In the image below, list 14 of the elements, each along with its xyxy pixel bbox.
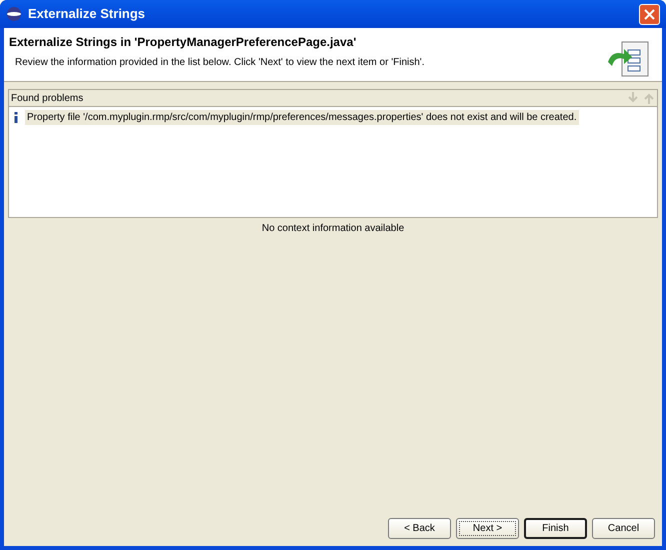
- page-description: Review the information provided in the list below. Click 'Next' to view the next item or 'Finish'.: [15, 56, 426, 70]
- problem-item[interactable]: Property file '/com.myplugin.rmp/src/com/myplugin/rmp/preferences/messages.properties' does not exist and will be created.: [25, 110, 579, 125]
- wizard-button[interactable]: < Back: [388, 518, 451, 539]
- page-title: Externalize Strings in 'PropertyManagerPreferencePage.java': [9, 34, 358, 51]
- wizard-button[interactable]: Next >: [456, 518, 519, 539]
- wizard-button[interactable]: Finish: [524, 518, 587, 539]
- info-icon: [13, 112, 19, 123]
- close-icon: [644, 8, 655, 20]
- context-message: No context information available: [262, 222, 404, 236]
- window-title: Externalize Strings: [28, 5, 146, 24]
- section-title: Found problems: [11, 92, 84, 106]
- app-icon: [6, 6, 22, 22]
- wizard-button[interactable]: Cancel: [592, 518, 655, 539]
- close-button[interactable]: [639, 4, 660, 24]
